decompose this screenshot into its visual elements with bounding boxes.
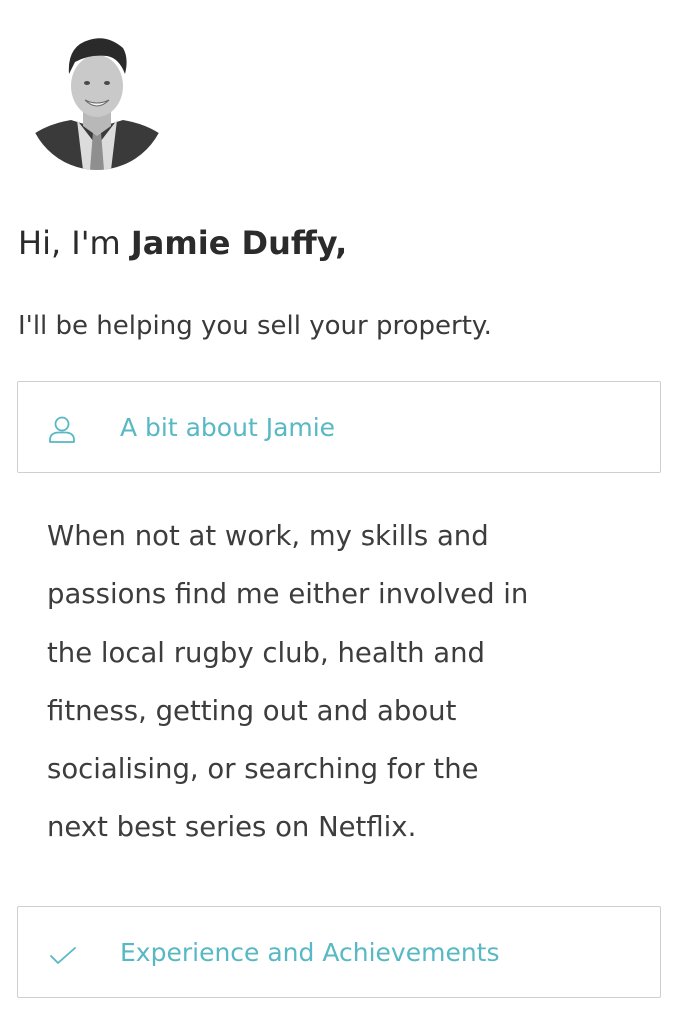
- about-accordion-label: A bit about Jamie: [120, 413, 336, 442]
- experience-accordion-header[interactable]: Experience and Achievements: [17, 906, 661, 998]
- checkmark-icon: [48, 940, 78, 970]
- greeting-subtitle: I'll be helping you sell your property.: [18, 311, 492, 341]
- about-line: passions find me either involved in: [47, 578, 529, 611]
- about-accordion-header[interactable]: A bit about Jamie: [17, 381, 661, 473]
- about-line: fitness, getting out and about: [47, 694, 457, 727]
- avatar-portrait: [27, 30, 167, 170]
- greeting-heading: Hi, I'm Jamie Duffy,: [18, 220, 347, 266]
- experience-accordion-label: Experience and Achievements: [120, 938, 500, 967]
- about-line: socialising, or searching for the: [47, 753, 479, 786]
- avatar: [27, 28, 167, 170]
- about-line: the local rugby club, health and: [47, 636, 486, 669]
- user-icon: [48, 415, 78, 445]
- about-body-text: When not at work, my skills and passions…: [47, 507, 647, 857]
- about-line: next best series on Netflix.: [47, 811, 417, 844]
- agent-name: Jamie Duffy,: [130, 224, 348, 262]
- greeting-prefix: Hi, I'm: [18, 224, 131, 262]
- about-line: When not at work, my skills and: [47, 520, 489, 552]
